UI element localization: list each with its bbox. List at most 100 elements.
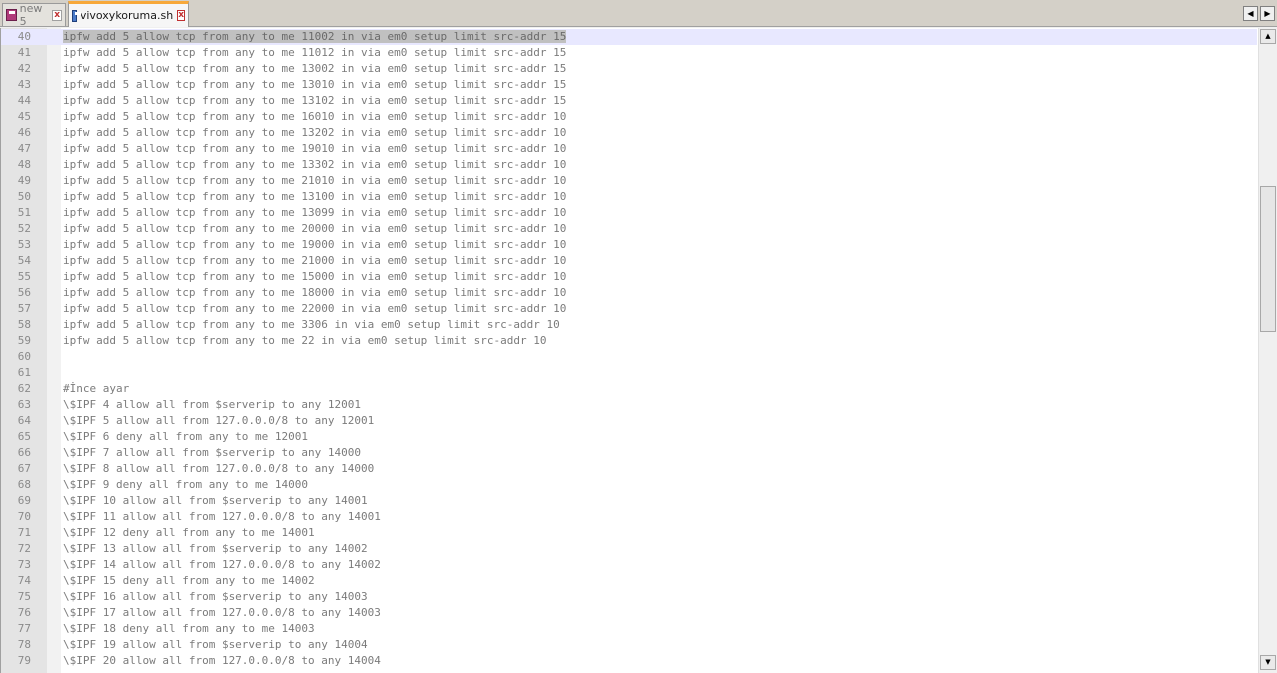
line-text[interactable]: ipfw add 5 allow tcp from any to me 2100… (63, 253, 566, 269)
code-line[interactable]: 45 ipfw add 5 allow tcp from any to me 16… (1, 109, 1257, 125)
code-line[interactable]: 66 \$IPF 7 allow all from $serverip to an… (1, 445, 1257, 461)
code-line[interactable]: 56 ipfw add 5 allow tcp from any to me 18… (1, 285, 1257, 301)
vertical-scrollbar[interactable]: ▲ ▼ (1258, 28, 1277, 673)
code-line[interactable]: 42 ipfw add 5 allow tcp from any to me 13… (1, 61, 1257, 77)
code-line[interactable]: 64 \$IPF 5 allow all from 127.0.0.0/8 to … (1, 413, 1257, 429)
line-text[interactable]: \$IPF 14 allow all from 127.0.0.0/8 to a… (63, 557, 381, 573)
line-number: 50 (17, 190, 31, 203)
line-text[interactable]: \$IPF 17 allow all from 127.0.0.0/8 to a… (63, 605, 381, 621)
tab-vivoxykoruma-sh[interactable]: vivoxykoruma.sh x (68, 1, 189, 27)
code-line[interactable]: 79 \$IPF 20 allow all from 127.0.0.0/8 to… (1, 653, 1257, 669)
line-text[interactable]: ipfw add 5 allow tcp from any to me 2000… (63, 221, 566, 237)
code-line[interactable]: 77 \$IPF 18 deny all from any to me 14003 (1, 621, 1257, 637)
line-text[interactable]: ipfw add 5 allow tcp from any to me 1601… (63, 109, 566, 125)
line-text[interactable]: ipfw add 5 allow tcp from any to me 1800… (63, 285, 566, 301)
code-line[interactable]: 61 (1, 365, 1257, 381)
line-text[interactable]: ipfw add 5 allow tcp from any to me 1100… (63, 29, 567, 45)
line-text[interactable]: ipfw add 5 allow tcp from any to me 1900… (63, 237, 566, 253)
line-text[interactable]: \$IPF 18 deny all from any to me 14003 (63, 621, 315, 637)
line-text[interactable]: \$IPF 8 allow all from 127.0.0.0/8 to an… (63, 461, 374, 477)
code-line[interactable]: 67 \$IPF 8 allow all from 127.0.0.0/8 to … (1, 461, 1257, 477)
code-line[interactable]: 52 ipfw add 5 allow tcp from any to me 20… (1, 221, 1257, 237)
code-line[interactable]: 47 ipfw add 5 allow tcp from any to me 19… (1, 141, 1257, 157)
line-text[interactable]: ipfw add 5 allow tcp from any to me 1310… (63, 93, 566, 109)
code-line[interactable]: 69 \$IPF 10 allow all from $serverip to a… (1, 493, 1257, 509)
line-number: 52 (17, 222, 31, 235)
line-number: 53 (17, 238, 31, 251)
editor-lines[interactable]: 40 ipfw add 5 allow tcp from any to me 11… (1, 29, 1257, 669)
code-line[interactable]: 63 \$IPF 4 allow all from $serverip to an… (1, 397, 1257, 413)
scroll-down-icon[interactable]: ▼ (1260, 655, 1276, 670)
code-line[interactable]: 48 ipfw add 5 allow tcp from any to me 13… (1, 157, 1257, 173)
code-line[interactable]: 46 ipfw add 5 allow tcp from any to me 13… (1, 125, 1257, 141)
code-line[interactable]: 51 ipfw add 5 allow tcp from any to me 13… (1, 205, 1257, 221)
code-editor[interactable]: 40 ipfw add 5 allow tcp from any to me 11… (0, 28, 1277, 673)
line-text[interactable]: \$IPF 11 allow all from 127.0.0.0/8 to a… (63, 509, 381, 525)
line-text[interactable]: \$IPF 10 allow all from $serverip to any… (63, 493, 368, 509)
line-text[interactable]: ipfw add 5 allow tcp from any to me 1300… (63, 61, 566, 77)
line-number: 78 (17, 638, 31, 651)
code-line[interactable]: 43 ipfw add 5 allow tcp from any to me 13… (1, 77, 1257, 93)
tab-label: vivoxykoruma.sh (79, 9, 174, 22)
scrollbar-thumb[interactable] (1260, 186, 1276, 332)
line-text[interactable]: ipfw add 5 allow tcp from any to me 2101… (63, 173, 566, 189)
close-tab-icon[interactable]: x (177, 10, 185, 21)
line-text[interactable]: ipfw add 5 allow tcp from any to me 1310… (63, 189, 566, 205)
line-text[interactable]: \$IPF 12 deny all from any to me 14001 (63, 525, 315, 541)
line-text[interactable]: ipfw add 5 allow tcp from any to me 1101… (63, 45, 566, 61)
line-text[interactable]: \$IPF 5 allow all from 127.0.0.0/8 to an… (63, 413, 374, 429)
line-text[interactable]: \$IPF 13 allow all from $serverip to any… (63, 541, 368, 557)
line-text[interactable]: \$IPF 20 allow all from 127.0.0.0/8 to a… (63, 653, 381, 669)
code-line[interactable]: 57 ipfw add 5 allow tcp from any to me 22… (1, 301, 1257, 317)
line-text[interactable]: ipfw add 5 allow tcp from any to me 1309… (63, 205, 566, 221)
line-text[interactable]: ipfw add 5 allow tcp from any to me 2200… (63, 301, 566, 317)
code-line[interactable]: 59 ipfw add 5 allow tcp from any to me 22… (1, 333, 1257, 349)
tab-scroll-right-icon[interactable]: ▶ (1260, 6, 1275, 21)
code-line[interactable]: 54 ipfw add 5 allow tcp from any to me 21… (1, 253, 1257, 269)
line-number: 74 (17, 574, 31, 587)
code-line[interactable]: 74 \$IPF 15 deny all from any to me 14002 (1, 573, 1257, 589)
tab-new-5[interactable]: new 5 x (2, 2, 66, 28)
line-text[interactable]: \$IPF 19 allow all from $serverip to any… (63, 637, 368, 653)
code-line[interactable]: 50 ipfw add 5 allow tcp from any to me 13… (1, 189, 1257, 205)
code-line[interactable]: 44 ipfw add 5 allow tcp from any to me 13… (1, 93, 1257, 109)
line-text[interactable]: ipfw add 5 allow tcp from any to me 1330… (63, 157, 566, 173)
line-text[interactable]: #İnce ayar (63, 381, 129, 397)
code-line[interactable]: 73 \$IPF 14 allow all from 127.0.0.0/8 to… (1, 557, 1257, 573)
line-text[interactable]: ipfw add 5 allow tcp from any to me 1301… (63, 77, 566, 93)
code-line[interactable]: 70 \$IPF 11 allow all from 127.0.0.0/8 to… (1, 509, 1257, 525)
line-text[interactable]: ipfw add 5 allow tcp from any to me 1901… (63, 141, 566, 157)
line-number: 60 (17, 350, 31, 363)
code-line[interactable]: 72 \$IPF 13 allow all from $serverip to a… (1, 541, 1257, 557)
code-line[interactable]: 41 ipfw add 5 allow tcp from any to me 11… (1, 45, 1257, 61)
code-line[interactable]: 60 (1, 349, 1257, 365)
code-line[interactable]: 49 ipfw add 5 allow tcp from any to me 21… (1, 173, 1257, 189)
line-text[interactable]: \$IPF 4 allow all from $serverip to any … (63, 397, 361, 413)
code-line[interactable]: 71 \$IPF 12 deny all from any to me 14001 (1, 525, 1257, 541)
code-line[interactable]: 62 #İnce ayar (1, 381, 1257, 397)
line-text[interactable]: \$IPF 16 allow all from $serverip to any… (63, 589, 368, 605)
code-line[interactable]: 75 \$IPF 16 allow all from $serverip to a… (1, 589, 1257, 605)
code-line[interactable]: 58 ipfw add 5 allow tcp from any to me 33… (1, 317, 1257, 333)
code-line[interactable]: 65 \$IPF 6 deny all from any to me 12001 (1, 429, 1257, 445)
line-number: 55 (17, 270, 31, 283)
line-text[interactable]: ipfw add 5 allow tcp from any to me 22 i… (63, 333, 546, 349)
tab-scroll-left-icon[interactable]: ◀ (1243, 6, 1258, 21)
line-text[interactable]: ipfw add 5 allow tcp from any to me 1500… (63, 269, 566, 285)
line-text[interactable]: \$IPF 7 allow all from $serverip to any … (63, 445, 361, 461)
line-text[interactable]: ipfw add 5 allow tcp from any to me 1320… (63, 125, 566, 141)
close-tab-icon[interactable]: x (52, 9, 62, 21)
line-text[interactable]: ipfw add 5 allow tcp from any to me 3306… (63, 317, 560, 333)
scroll-up-icon[interactable]: ▲ (1260, 29, 1276, 44)
code-line[interactable]: 40 ipfw add 5 allow tcp from any to me 11… (1, 29, 1257, 45)
line-number: 47 (17, 142, 31, 155)
selected-text[interactable]: ipfw add 5 allow tcp from any to me 1100… (63, 30, 567, 43)
code-line[interactable]: 78 \$IPF 19 allow all from $serverip to a… (1, 637, 1257, 653)
code-line[interactable]: 68 \$IPF 9 deny all from any to me 14000 (1, 477, 1257, 493)
line-text[interactable]: \$IPF 6 deny all from any to me 12001 (63, 429, 308, 445)
line-text[interactable]: \$IPF 15 deny all from any to me 14002 (63, 573, 315, 589)
code-line[interactable]: 53 ipfw add 5 allow tcp from any to me 19… (1, 237, 1257, 253)
code-line[interactable]: 55 ipfw add 5 allow tcp from any to me 15… (1, 269, 1257, 285)
code-line[interactable]: 76 \$IPF 17 allow all from 127.0.0.0/8 to… (1, 605, 1257, 621)
line-text[interactable]: \$IPF 9 deny all from any to me 14000 (63, 477, 308, 493)
